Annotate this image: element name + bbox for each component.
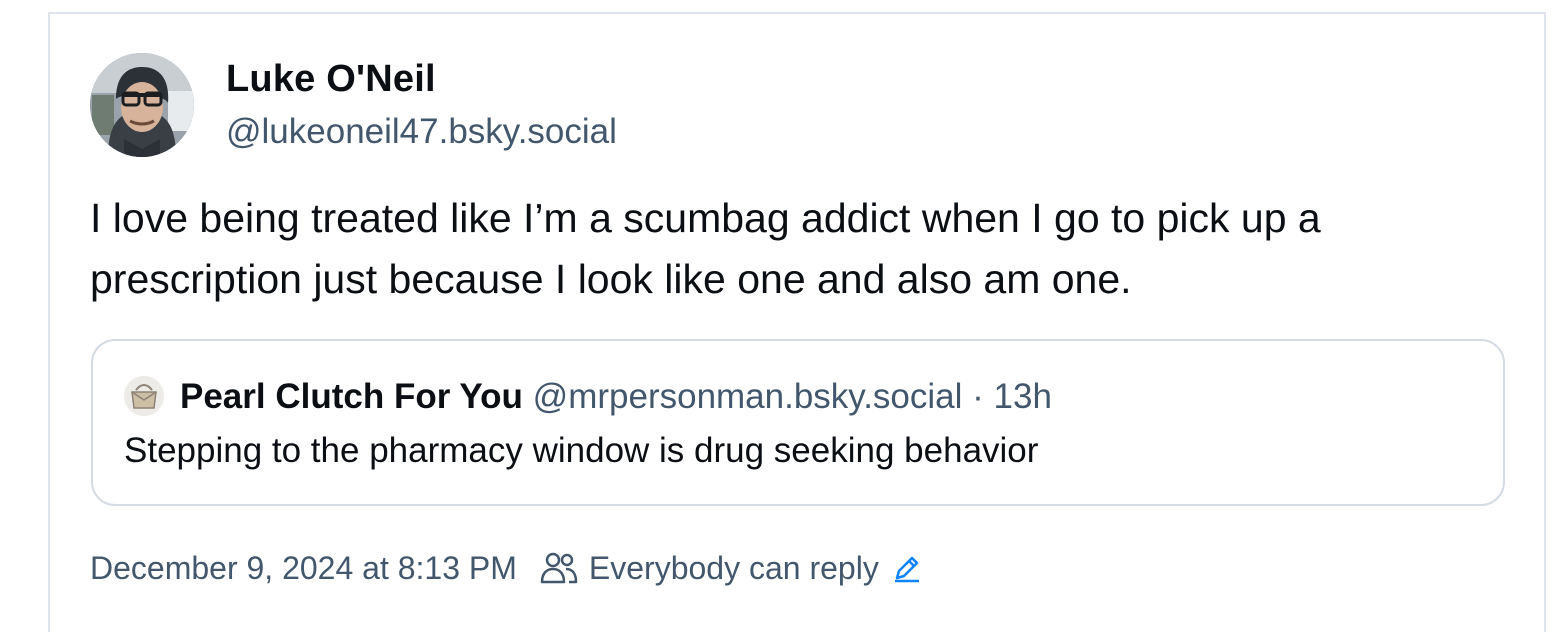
post-container <box>48 12 1546 632</box>
quote-text: Stepping to the pharmacy window is drug … <box>124 431 1039 470</box>
reply-setting-label[interactable]: Everybody can reply <box>589 550 879 587</box>
author-avatar[interactable] <box>90 53 194 157</box>
post-meta: December 9, 2024 at 8:13 PM Everybody ca… <box>90 548 923 588</box>
quote-author-avatar[interactable] <box>124 376 164 416</box>
quoted-post-card[interactable]: Pearl Clutch For You @mrpersonman.bsky.s… <box>91 339 1505 506</box>
profile-photo-icon <box>90 53 194 157</box>
people-icon <box>540 552 578 584</box>
purse-icon <box>124 376 164 416</box>
post-text: I love being treated like I’m a scumbag … <box>90 195 1321 302</box>
post-timestamp[interactable]: December 9, 2024 at 8:13 PM <box>90 550 517 587</box>
quote-author-name[interactable]: Pearl Clutch For You <box>180 377 523 416</box>
quote-author-handle[interactable]: @mrpersonman.bsky.social <box>533 377 963 416</box>
author-display-name[interactable]: Luke O'Neil <box>226 58 436 101</box>
pencil-icon[interactable] <box>891 552 923 584</box>
author-handle[interactable]: @lukeoneil47.bsky.social <box>226 112 617 152</box>
quote-separator: · <box>972 377 984 416</box>
quote-timestamp[interactable]: 13h <box>994 377 1052 416</box>
quote-header: Pearl Clutch For You @mrpersonman.bsky.s… <box>180 377 1052 417</box>
